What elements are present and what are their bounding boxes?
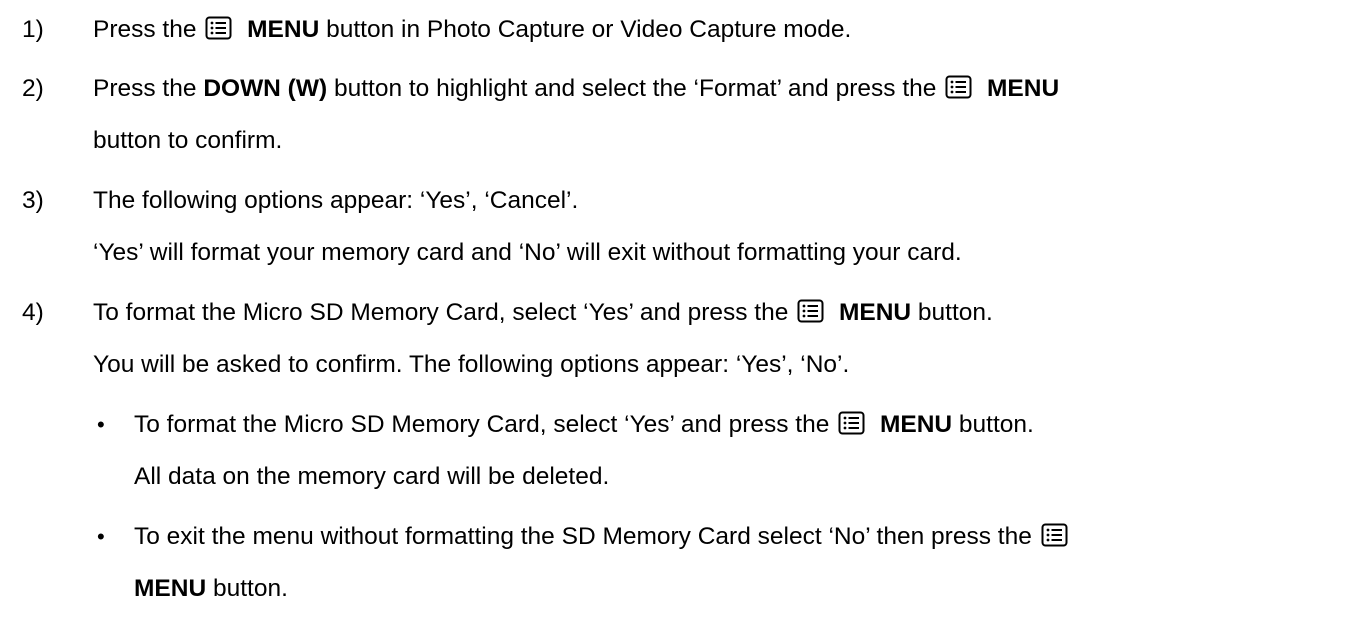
step-number: 4) <box>22 299 44 326</box>
step-text: To exit the menu without formatting the … <box>134 523 1032 550</box>
step-text: All data on the memory card will be dele… <box>134 463 610 490</box>
key-label: MENU <box>838 299 912 326</box>
menu-list-icon <box>205 16 232 40</box>
step-number: 2) <box>22 75 44 102</box>
menu-list-icon <box>1041 523 1068 547</box>
step-text: To format the Micro SD Memory Card, sele… <box>134 411 830 438</box>
step-text: button. <box>958 411 1034 438</box>
instruction-page: 1) Press the MENU button in Photo Captur… <box>0 0 1367 641</box>
step-number: 1) <box>22 16 44 43</box>
step-text: Press the <box>93 75 197 102</box>
menu-list-icon <box>797 299 824 323</box>
step-text: button to highlight and select the ‘Form… <box>333 75 937 102</box>
key-label: MENU <box>134 575 207 602</box>
bullet-glyph: • <box>97 524 105 549</box>
step-text: Press the <box>93 16 197 43</box>
step-text: button in Photo Capture or Video Capture… <box>326 16 852 43</box>
menu-list-icon <box>838 411 865 435</box>
key-label: DOWN (W) <box>203 75 328 102</box>
step-text: button. <box>917 299 993 326</box>
step-text: button. <box>212 575 288 602</box>
step-text: button to confirm. <box>93 127 283 154</box>
step-text: To format the Micro SD Memory Card, sele… <box>93 299 789 326</box>
bullet-glyph: • <box>97 412 105 437</box>
step-number: 3) <box>22 187 44 214</box>
key-label: MENU <box>879 411 953 438</box>
menu-list-icon <box>945 75 972 99</box>
step-text: ‘Yes’ will format your memory card and ‘… <box>93 239 962 266</box>
step-text: You will be asked to confirm. The follow… <box>93 351 850 378</box>
key-label: MENU <box>247 16 320 43</box>
step-text: The following options appear: ‘Yes’, ‘Ca… <box>93 187 579 214</box>
key-label: MENU <box>987 75 1060 102</box>
